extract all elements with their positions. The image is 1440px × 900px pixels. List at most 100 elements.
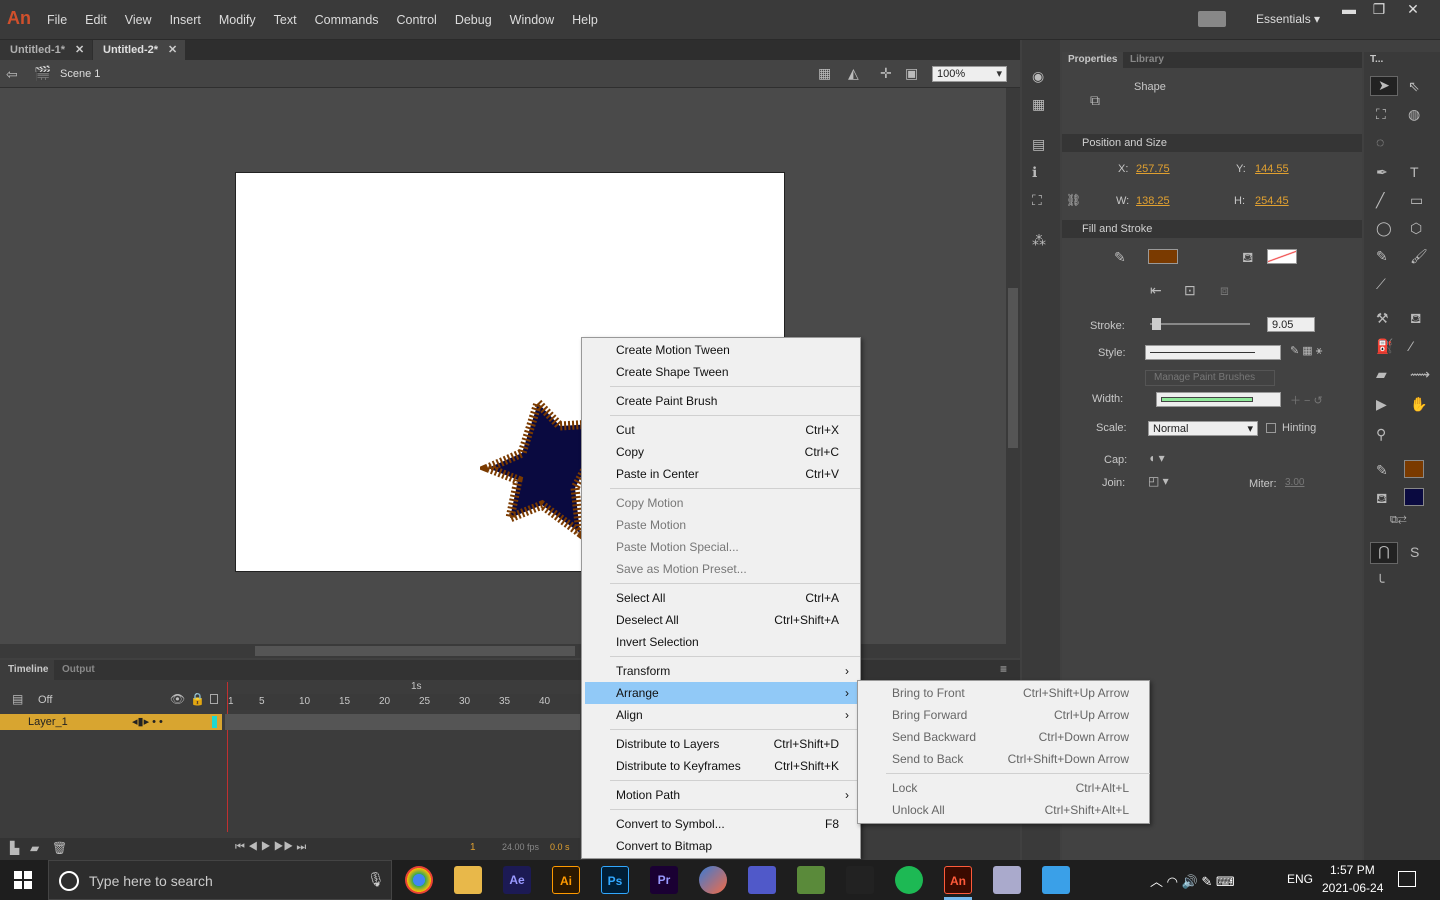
app-icon[interactable]	[993, 866, 1021, 894]
search-box[interactable]: Type here to search 🎙	[48, 860, 392, 900]
minimize-button[interactable]: ▬	[1334, 0, 1364, 20]
zoom-tool-icon[interactable]: ⚲	[1376, 426, 1386, 443]
tab-untitled-2[interactable]: Untitled-2* ✕	[93, 40, 185, 60]
blender-icon[interactable]	[699, 866, 727, 894]
close-icon[interactable]: ✕	[168, 40, 177, 60]
menu-item-bring-front[interactable]: Bring to Front Ctrl+Shift+Up Arrow	[861, 682, 1147, 704]
miter-field[interactable]: 3.00	[1285, 477, 1304, 488]
menu-item-deselect-all[interactable]: Deselect All Ctrl+Shift+A	[585, 609, 857, 631]
menu-item-convert-bitmap[interactable]: Convert to Bitmap	[585, 835, 857, 857]
menu-item-invert-selection[interactable]: Invert Selection	[585, 631, 857, 653]
tab-library[interactable]: Library	[1130, 52, 1164, 68]
close-icon[interactable]: ✕	[75, 40, 84, 60]
components-icon[interactable]: ⁂	[1032, 232, 1046, 249]
menu-insert[interactable]: Insert	[161, 13, 210, 27]
menu-item-create-shape-tween[interactable]: Create Shape Tween	[585, 361, 857, 383]
transform-icon[interactable]: ⛶	[1032, 192, 1042, 209]
brush-tool-icon[interactable]: 🖌	[1410, 248, 1428, 265]
scroll-thumb[interactable]	[1008, 288, 1018, 448]
menu-item-paste-motion[interactable]: Paste Motion	[585, 514, 857, 536]
vertical-scrollbar[interactable]	[1006, 88, 1020, 644]
new-layer-icon[interactable]: ▙	[10, 841, 19, 855]
selection-tool-icon[interactable]: ➤	[1370, 76, 1398, 96]
menu-file[interactable]: File	[38, 13, 76, 27]
tab-properties[interactable]: Properties	[1062, 52, 1124, 68]
style-select[interactable]	[1145, 345, 1281, 360]
menu-item-align[interactable]: Align ›	[585, 704, 857, 726]
snap-magnet-icon[interactable]: ⋂	[1370, 542, 1398, 564]
layer-color-swatch[interactable]	[212, 716, 217, 728]
align-icon[interactable]: ▤	[1032, 136, 1045, 153]
pencil-icon[interactable]: ◂▮▸ • •	[132, 714, 163, 730]
width-field[interactable]: 138.25	[1136, 195, 1170, 207]
scroll-thumb[interactable]	[255, 646, 575, 656]
info-icon[interactable]: ℹ	[1032, 164, 1037, 181]
center-stage-icon[interactable]: ✛	[880, 65, 892, 82]
cap-select[interactable]: ◖ ▾	[1148, 451, 1165, 465]
manage-brushes-button[interactable]: Manage Paint Brushes	[1145, 370, 1275, 386]
zoom-select[interactable]: 100% ▾	[932, 66, 1007, 82]
after-effects-icon[interactable]: Ae	[503, 866, 531, 894]
rectangle-tool-icon[interactable]: ▭	[1410, 192, 1423, 209]
eye-icon[interactable]: 👁	[170, 692, 185, 706]
outline-icon[interactable]	[210, 694, 218, 704]
menu-view[interactable]: View	[116, 13, 161, 27]
windows-start-icon[interactable]	[14, 871, 32, 889]
notification-icon[interactable]	[1398, 871, 1416, 887]
polystar-tool-icon[interactable]: ⬡	[1410, 220, 1422, 237]
height-field[interactable]: 254.45	[1255, 195, 1289, 207]
free-transform-icon[interactable]: ⛶	[1376, 106, 1386, 123]
playback-controls[interactable]: ⏮ ◀ ▶ ▶▶ ⏭	[235, 841, 306, 854]
stroke-color-swatch[interactable]	[1148, 249, 1178, 264]
menu-item-send-back[interactable]: Send to Back Ctrl+Shift+Down Arrow	[861, 748, 1147, 770]
text-tool-icon[interactable]: T	[1410, 164, 1419, 180]
menu-item-save-motion-preset[interactable]: Save as Motion Preset...	[585, 558, 857, 580]
workspace-switcher[interactable]: Essentials ▾	[1256, 12, 1320, 26]
onion-skin-icon[interactable]: ▤	[12, 692, 23, 706]
pencil-tool-icon[interactable]: ✎	[1376, 248, 1388, 265]
folder-icon[interactable]: ▰	[30, 841, 39, 855]
tab-timeline[interactable]: Timeline	[0, 660, 54, 680]
menu-item-convert-symbol[interactable]: Convert to Symbol... F8	[585, 813, 857, 835]
clip-icon[interactable]: ▣	[905, 65, 918, 82]
menu-item-copy-motion[interactable]: Copy Motion	[585, 492, 857, 514]
bone-tool-icon[interactable]: ⚒	[1376, 310, 1389, 327]
y-field[interactable]: 144.55	[1255, 163, 1289, 175]
menu-item-create-motion-tween[interactable]: Create Motion Tween	[585, 339, 857, 361]
file-explorer-icon[interactable]	[454, 866, 482, 894]
hinting-checkbox[interactable]	[1266, 423, 1276, 433]
playhead[interactable]	[227, 682, 235, 832]
menu-item-lock[interactable]: Lock Ctrl+Alt+L	[861, 777, 1147, 799]
align-left-icon[interactable]: ⇤	[1150, 282, 1162, 299]
menu-item-arrange[interactable]: Arrange ›	[585, 682, 857, 704]
menu-item-cut[interactable]: Cut Ctrl+X	[585, 419, 857, 441]
paint-bucket-icon[interactable]: ⛾	[1410, 310, 1421, 329]
tools-stroke-swatch[interactable]	[1404, 460, 1424, 478]
illustrator-icon[interactable]: Ai	[552, 866, 580, 894]
stroke-input[interactable]: 9.05	[1267, 317, 1315, 332]
fill-stroke-section[interactable]: Fill and Stroke	[1062, 220, 1362, 238]
restore-button[interactable]: ❐	[1364, 0, 1394, 20]
menu-item-copy[interactable]: Copy Ctrl+C	[585, 441, 857, 463]
3d-rotation-icon[interactable]: ◍	[1408, 106, 1420, 123]
swap-colors-icon[interactable]: ⧉⇄	[1390, 514, 1407, 527]
straighten-icon[interactable]: ╰	[1376, 574, 1384, 591]
menu-item-motion-path[interactable]: Motion Path ›	[585, 784, 857, 806]
line-tool-icon[interactable]: ╱	[1376, 192, 1384, 209]
link-icon[interactable]: ⛓	[1066, 193, 1081, 207]
lasso-icon[interactable]: ◌	[1376, 134, 1384, 150]
minecraft-icon[interactable]	[797, 866, 825, 894]
clock-time[interactable]: 1:57 PM	[1330, 863, 1375, 877]
layer-row[interactable]: Layer_1 ◂▮▸ • •	[0, 714, 222, 730]
horizontal-scrollbar[interactable]	[0, 644, 1020, 658]
camera-icon[interactable]: ▶	[1376, 396, 1387, 413]
back-arrow-icon[interactable]: ⇦	[6, 66, 18, 83]
menu-debug[interactable]: Debug	[446, 13, 501, 27]
paint-brush-icon[interactable]: ⟋	[1376, 276, 1386, 293]
menu-item-transform[interactable]: Transform ›	[585, 660, 857, 682]
smooth-icon[interactable]: S	[1410, 544, 1419, 560]
slider-handle[interactable]	[1152, 318, 1161, 330]
gamepad-icon[interactable]	[1198, 11, 1226, 27]
distribute-icon[interactable]: ⧈	[1220, 282, 1229, 299]
position-section[interactable]: Position and Size	[1062, 134, 1362, 152]
